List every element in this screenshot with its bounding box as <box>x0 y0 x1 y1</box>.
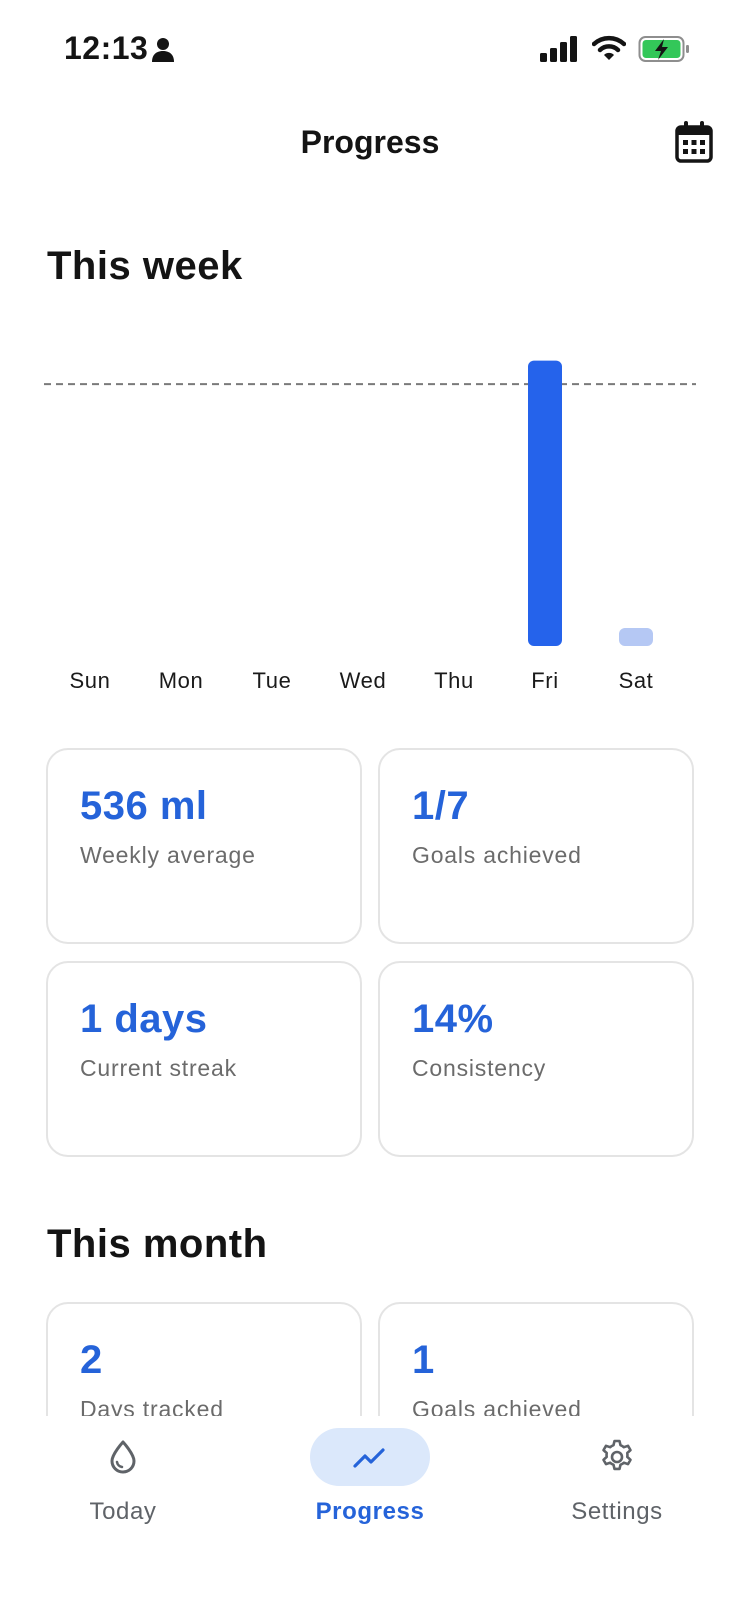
chart-day-label: Fri <box>531 668 559 693</box>
section-title-month: This month <box>47 1222 268 1266</box>
stat-label: Consistency <box>412 1055 547 1081</box>
stat-label: Goals achieved <box>412 842 582 868</box>
nav-item-settings[interactable]: Settings <box>517 1416 717 1536</box>
chart-day-label: Thu <box>434 668 474 693</box>
gear-icon <box>602 1439 632 1471</box>
nav-item-progress[interactable]: Progress <box>270 1416 470 1536</box>
chart-day-label: Tue <box>252 668 292 693</box>
chart-day-label: Sat <box>618 668 654 693</box>
chart-day-label: Sun <box>69 668 111 693</box>
calendar-icon[interactable] <box>674 120 714 164</box>
stat-card-weekly-average: 536 ml Weekly average <box>46 748 362 944</box>
nav-icon-container <box>63 1428 183 1486</box>
nav-label-progress: Progress <box>315 1498 425 1525</box>
chart-plot <box>44 360 696 646</box>
stat-label: Weekly average <box>80 842 256 868</box>
stat-value: 14% <box>412 997 494 1041</box>
chart-day-label: Mon <box>158 668 204 693</box>
stat-card-current-streak: 1 days Current streak <box>46 961 362 1157</box>
weekly-bar-chart: Sun Mon Tue Wed Thu Fri Sat <box>44 320 696 710</box>
status-bar: 12:13 <box>0 0 740 100</box>
stat-card-consistency: 14% Consistency <box>378 961 694 1157</box>
stat-value: 536 ml <box>80 784 208 828</box>
person-icon <box>152 38 174 62</box>
nav-icon-container-active <box>310 1428 430 1486</box>
nav-label-today: Today <box>89 1498 157 1525</box>
water-drop-icon <box>110 1440 136 1474</box>
stat-value: 2 <box>80 1338 103 1382</box>
battery-charging-icon <box>638 36 689 62</box>
section-title-week: This week <box>47 244 243 288</box>
stat-value: 1 <box>412 1338 435 1382</box>
stat-value: 1/7 <box>412 784 470 828</box>
chart-day-label: Wed <box>339 668 387 693</box>
nav-icon-container <box>557 1428 677 1486</box>
bottom-nav: Today Progress Settings <box>0 1416 740 1600</box>
stat-value: 1 days <box>80 997 208 1041</box>
wifi-icon <box>592 35 626 60</box>
chart-bar-fri <box>528 360 562 646</box>
status-time: 12:13 <box>64 30 149 66</box>
page-title: Progress <box>300 124 440 160</box>
chart-bar-sat <box>619 628 653 646</box>
nav-label-settings: Settings <box>571 1498 663 1525</box>
nav-item-today[interactable]: Today <box>23 1416 223 1536</box>
stat-label: Current streak <box>80 1055 237 1081</box>
signal-icon <box>540 36 577 62</box>
stat-card-goals-achieved: 1/7 Goals achieved <box>378 748 694 944</box>
trend-line-icon <box>353 1448 385 1468</box>
